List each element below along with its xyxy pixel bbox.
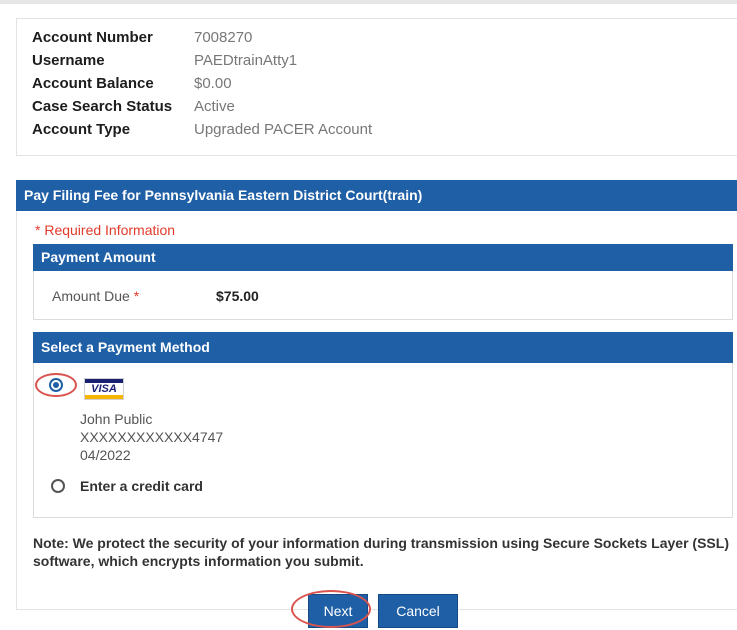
username-label: Username: [32, 52, 105, 69]
enter-credit-card-label[interactable]: Enter a credit card: [80, 478, 203, 494]
username-value: PAEDtrainAtty1: [194, 52, 298, 69]
amount-due-value: $75.00: [216, 288, 259, 304]
case-search-status-value: Active: [194, 98, 235, 115]
payment-amount-header: Payment Amount: [33, 244, 733, 271]
amount-due-label: Amount Due *: [52, 288, 139, 304]
page-title: Pay Filing Fee for Pennsylvania Eastern …: [16, 180, 737, 211]
top-divider: [0, 0, 737, 4]
enter-credit-card-radio[interactable]: [51, 479, 65, 493]
required-star: *: [133, 288, 140, 304]
account-type-label: Account Type: [32, 121, 131, 138]
annotation-circle-next: [291, 590, 371, 628]
card-holder-name: John Public: [80, 411, 153, 427]
account-type-value: Upgraded PACER Account: [194, 121, 373, 138]
account-number-label: Account Number: [32, 29, 153, 46]
security-note: Note: We protect the security of your in…: [33, 535, 729, 569]
payment-method-header: Select a Payment Method: [33, 332, 733, 363]
card-expiry: 04/2022: [80, 447, 131, 463]
required-info-note: * Required Information: [35, 222, 176, 238]
visa-icon: VISA: [84, 378, 124, 400]
account-balance-value: $0.00: [194, 75, 232, 92]
case-search-status-label: Case Search Status: [32, 98, 173, 115]
account-balance-label: Account Balance: [32, 75, 154, 92]
cancel-button[interactable]: Cancel: [378, 594, 458, 628]
saved-card-radio[interactable]: [49, 378, 63, 392]
account-number-value: 7008270: [194, 29, 253, 46]
card-number: XXXXXXXXXXXX4747: [80, 429, 224, 445]
amount-due-label-text: Amount Due: [52, 288, 130, 304]
